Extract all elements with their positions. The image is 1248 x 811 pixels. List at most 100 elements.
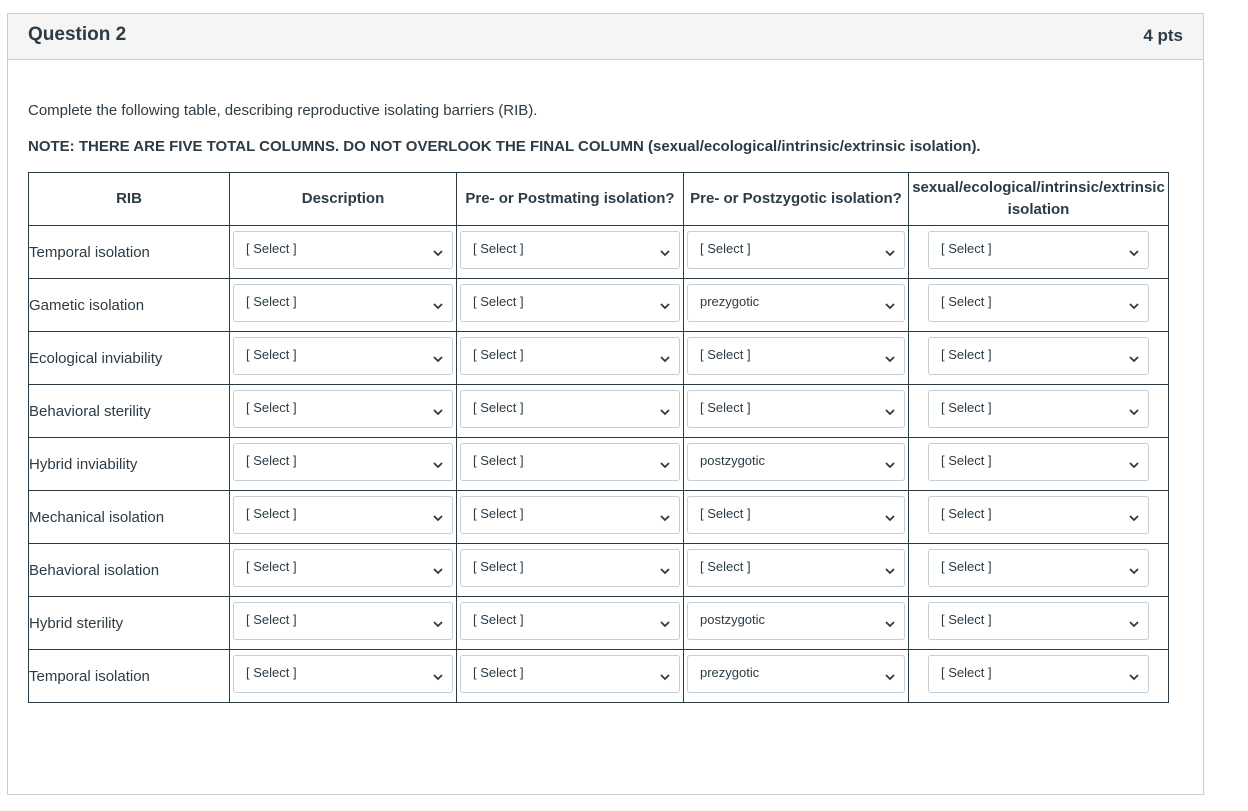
- chevron-down-icon: [885, 669, 895, 681]
- chevron-down-icon: [433, 245, 443, 257]
- zygotic-select[interactable]: prezygotic: [687, 655, 905, 693]
- rib-name-cell: Hybrid inviability: [28, 437, 230, 491]
- category-select[interactable]: [ Select ]: [928, 390, 1149, 428]
- zygotic-select[interactable]: postzygotic: [687, 602, 905, 640]
- header-rib: RIB: [28, 172, 230, 226]
- description-select[interactable]: [ Select ]: [233, 231, 453, 269]
- table-row: Behavioral isolation [ Select ] [ Select ]…: [28, 543, 1169, 597]
- select-value: [ Select ]: [473, 665, 524, 680]
- mating-select[interactable]: [ Select ]: [460, 496, 680, 534]
- select-value: [ Select ]: [473, 612, 524, 627]
- chevron-down-icon: [660, 298, 670, 310]
- mating-select[interactable]: [ Select ]: [460, 231, 680, 269]
- chevron-down-icon: [433, 298, 443, 310]
- description-select[interactable]: [ Select ]: [233, 284, 453, 322]
- chevron-down-icon: [660, 616, 670, 628]
- select-value: [ Select ]: [246, 294, 297, 309]
- select-value: [ Select ]: [941, 347, 992, 362]
- table-row: Mechanical isolation [ Select ] [ Select ]…: [28, 490, 1169, 544]
- table-row: Gametic isolation [ Select ] [ Select ] pre…: [28, 278, 1169, 332]
- chevron-down-icon: [1129, 616, 1139, 628]
- mating-cell: [ Select ]: [456, 278, 684, 332]
- mating-select[interactable]: [ Select ]: [460, 602, 680, 640]
- zygotic-cell: [ Select ]: [683, 490, 909, 544]
- category-select[interactable]: [ Select ]: [928, 284, 1149, 322]
- description-cell: [ Select ]: [229, 278, 457, 332]
- zygotic-cell: prezygotic: [683, 649, 909, 703]
- mating-cell: [ Select ]: [456, 490, 684, 544]
- description-select[interactable]: [ Select ]: [233, 549, 453, 587]
- mating-select[interactable]: [ Select ]: [460, 337, 680, 375]
- description-cell: [ Select ]: [229, 543, 457, 597]
- chevron-down-icon: [660, 510, 670, 522]
- category-cell: [ Select ]: [908, 596, 1169, 650]
- question-card: Question 2 4 pts Complete the following …: [7, 13, 1204, 795]
- category-cell: [ Select ]: [908, 543, 1169, 597]
- chevron-down-icon: [885, 245, 895, 257]
- chevron-down-icon: [885, 351, 895, 363]
- description-select[interactable]: [ Select ]: [233, 655, 453, 693]
- mating-select[interactable]: [ Select ]: [460, 655, 680, 693]
- category-select[interactable]: [ Select ]: [928, 337, 1149, 375]
- zygotic-cell: prezygotic: [683, 278, 909, 332]
- mating-select[interactable]: [ Select ]: [460, 549, 680, 587]
- table-row: Ecological inviability [ Select ] [ Select…: [28, 331, 1169, 385]
- category-select[interactable]: [ Select ]: [928, 231, 1149, 269]
- description-cell: [ Select ]: [229, 225, 457, 279]
- table-row: Hybrid inviability [ Select ] [ Select ] po…: [28, 437, 1169, 491]
- select-value: postzygotic: [700, 612, 766, 627]
- mating-select[interactable]: [ Select ]: [460, 443, 680, 481]
- description-select[interactable]: [ Select ]: [233, 443, 453, 481]
- select-value: [ Select ]: [473, 506, 524, 521]
- zygotic-select[interactable]: postzygotic: [687, 443, 905, 481]
- chevron-down-icon: [1129, 404, 1139, 416]
- zygotic-cell: postzygotic: [683, 596, 909, 650]
- select-value: [ Select ]: [246, 612, 297, 627]
- category-select[interactable]: [ Select ]: [928, 549, 1149, 587]
- select-value: [ Select ]: [941, 665, 992, 680]
- description-select[interactable]: [ Select ]: [233, 390, 453, 428]
- zygotic-select[interactable]: [ Select ]: [687, 549, 905, 587]
- category-select[interactable]: [ Select ]: [928, 602, 1149, 640]
- category-cell: [ Select ]: [908, 225, 1169, 279]
- select-value: [ Select ]: [473, 453, 524, 468]
- chevron-down-icon: [660, 245, 670, 257]
- zygotic-select[interactable]: prezygotic: [687, 284, 905, 322]
- select-value: [ Select ]: [473, 294, 524, 309]
- description-cell: [ Select ]: [229, 596, 457, 650]
- header-description: Description: [229, 172, 457, 226]
- mating-cell: [ Select ]: [456, 596, 684, 650]
- select-value: [ Select ]: [700, 347, 751, 362]
- description-select[interactable]: [ Select ]: [233, 496, 453, 534]
- zygotic-select[interactable]: [ Select ]: [687, 496, 905, 534]
- description-select[interactable]: [ Select ]: [233, 602, 453, 640]
- select-value: [ Select ]: [941, 400, 992, 415]
- mating-select[interactable]: [ Select ]: [460, 390, 680, 428]
- mating-cell: [ Select ]: [456, 543, 684, 597]
- category-cell: [ Select ]: [908, 649, 1169, 703]
- mating-cell: [ Select ]: [456, 649, 684, 703]
- zygotic-cell: [ Select ]: [683, 225, 909, 279]
- select-value: [ Select ]: [700, 241, 751, 256]
- select-value: [ Select ]: [700, 506, 751, 521]
- zygotic-select[interactable]: [ Select ]: [687, 390, 905, 428]
- category-select[interactable]: [ Select ]: [928, 655, 1149, 693]
- chevron-down-icon: [660, 351, 670, 363]
- zygotic-cell: [ Select ]: [683, 543, 909, 597]
- mating-select[interactable]: [ Select ]: [460, 284, 680, 322]
- zygotic-select[interactable]: [ Select ]: [687, 337, 905, 375]
- category-select[interactable]: [ Select ]: [928, 496, 1149, 534]
- category-select[interactable]: [ Select ]: [928, 443, 1149, 481]
- select-value: [ Select ]: [941, 506, 992, 521]
- question-text: Complete the following table, describing…: [28, 102, 538, 119]
- select-value: [ Select ]: [246, 506, 297, 521]
- description-select[interactable]: [ Select ]: [233, 337, 453, 375]
- select-value: [ Select ]: [941, 453, 992, 468]
- table-header-row: RIB Description Pre- or Postmating isola…: [28, 172, 1169, 226]
- chevron-down-icon: [1129, 457, 1139, 469]
- select-value: [ Select ]: [473, 241, 524, 256]
- select-value: [ Select ]: [941, 612, 992, 627]
- zygotic-select[interactable]: [ Select ]: [687, 231, 905, 269]
- select-value: [ Select ]: [941, 559, 992, 574]
- select-value: [ Select ]: [246, 400, 297, 415]
